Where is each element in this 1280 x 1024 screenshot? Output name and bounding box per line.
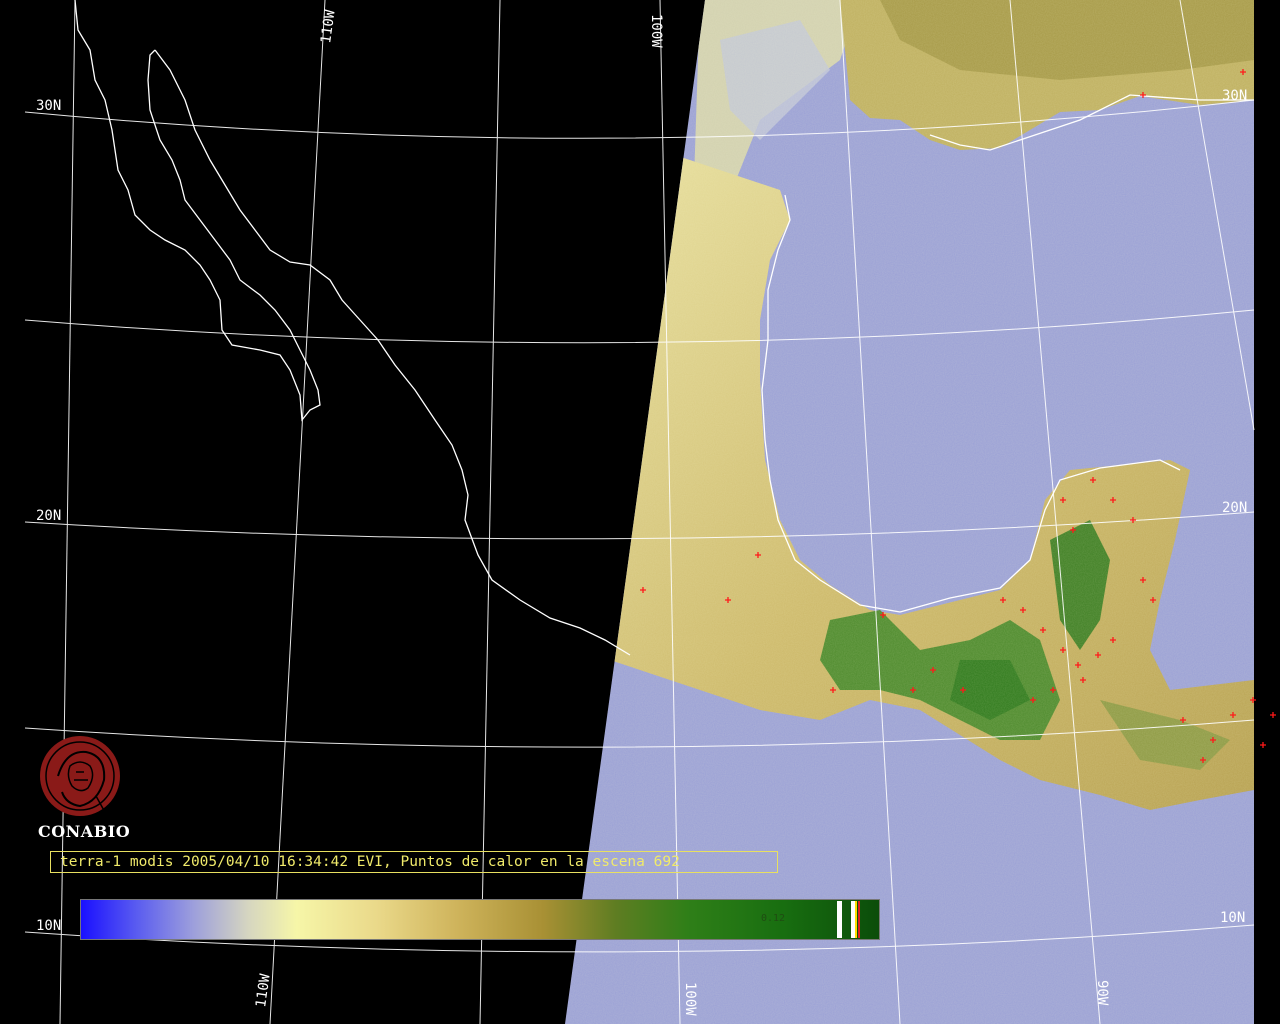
lat-30n-label: 30N: [36, 98, 61, 114]
lat-30n-label-right: 30N: [1222, 88, 1247, 104]
lon-100w-label-bottom: 100W: [682, 982, 698, 1016]
lat-10n-label: 10N: [36, 918, 61, 934]
scene-caption: terra-1 modis 2005/04/10 16:34:42 EVI, P…: [50, 851, 778, 873]
lat-10n-label-right: 10N: [1220, 910, 1245, 926]
evi-color-scale: 0.12: [80, 899, 880, 940]
scale-marker-white: [837, 901, 842, 938]
lat-20n-label: 20N: [36, 508, 61, 524]
scale-marker-yellow: [855, 901, 857, 938]
lon-100w-label-top: 100W: [648, 14, 664, 48]
scale-marker-red: [858, 901, 860, 938]
lat-20n-label-right: 20N: [1222, 500, 1247, 516]
lon-90w-label-bottom: 90W: [1094, 980, 1110, 1006]
organization-name: CONABIO: [38, 822, 131, 841]
scale-value-label: 0.12: [761, 913, 786, 924]
